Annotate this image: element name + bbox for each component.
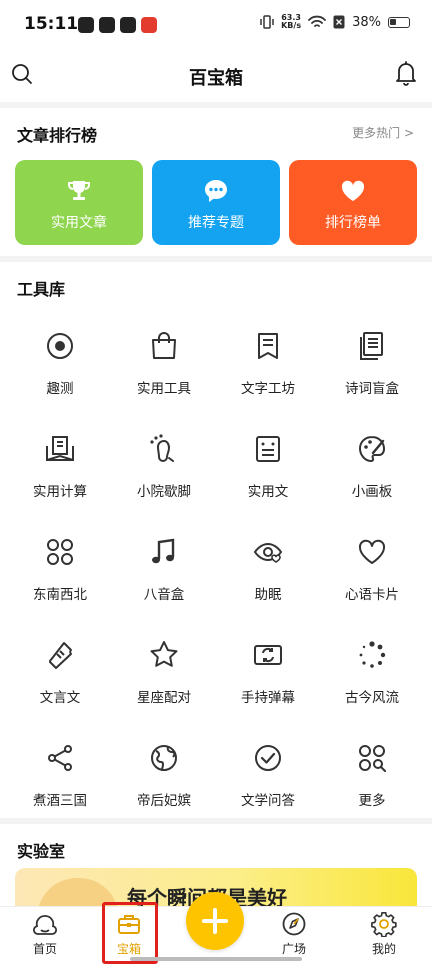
highlight-box <box>102 902 158 964</box>
tool-item-text-workshop[interactable]: 文字工坊 <box>216 310 320 413</box>
tool-item-handheld-danmaku[interactable]: 手持弹幕 <box>216 619 320 722</box>
tool-item-practical-tools[interactable]: 实用工具 <box>112 310 216 413</box>
practical-articles-button[interactable]: 实用文章 <box>15 160 143 245</box>
check-circle-icon <box>255 745 281 771</box>
tool-item-practical-text[interactable]: 实用文 <box>216 413 320 516</box>
globe-icon <box>151 745 177 771</box>
tab-mine[interactable]: 我的 <box>344 907 424 964</box>
more-hot-link[interactable]: 更多热门 > <box>352 124 414 141</box>
reading-book-icon <box>46 436 74 461</box>
battery-percent: 38% <box>352 14 381 30</box>
tool-item-classical-chinese[interactable]: 文言文 <box>8 619 112 722</box>
tool-item-courtyard-rest[interactable]: 小院歇脚 <box>112 413 216 516</box>
shopping-bag-icon <box>152 332 176 359</box>
target-icon <box>47 333 73 359</box>
gear-icon <box>371 912 397 937</box>
four-circles-icon <box>47 539 73 565</box>
tool-item-poetry-box[interactable]: 诗词盲盒 <box>320 310 424 413</box>
tool-item-heart-cards[interactable]: 心语卡片 <box>320 516 424 619</box>
tiktok-app-icon <box>120 17 136 33</box>
tool-item-practical-calc[interactable]: 实用计算 <box>8 413 112 516</box>
status-time: 15:11 <box>24 14 79 34</box>
network-speed: 63.3 KB/s <box>281 13 302 30</box>
chat-bubble-icon <box>205 180 227 202</box>
star-icon <box>150 641 178 667</box>
home-indicator <box>130 957 302 961</box>
tool-item-directions[interactable]: 东南西北 <box>8 516 112 619</box>
section-title-lab: 实验室 <box>17 842 66 861</box>
link-app-icon <box>99 17 115 33</box>
eye-heart-icon <box>253 542 283 563</box>
create-plus-button[interactable] <box>186 892 244 950</box>
share-nodes-icon <box>48 745 72 771</box>
rotate-screen-icon <box>254 645 282 665</box>
heart-icon <box>341 180 365 201</box>
tool-item-sleep-aid[interactable]: 助眠 <box>216 516 320 619</box>
ranking-list-button[interactable]: 排行榜单 <box>289 160 417 245</box>
section-title-tools: 工具库 <box>17 280 66 299</box>
music-note-icon <box>152 538 175 564</box>
recommended-topics-button[interactable]: 推荐专题 <box>152 160 280 245</box>
tool-item-zodiac-match[interactable]: 星座配对 <box>112 619 216 722</box>
status-bar: 15:11 63.3 KB/s 38% <box>0 0 432 52</box>
heart-outline-icon <box>358 539 386 564</box>
grid-search-icon <box>359 745 386 772</box>
tab-plaza[interactable]: 广场 <box>254 907 334 964</box>
section-title-articles: 文章排行榜 <box>17 126 98 145</box>
top-nav-bar: 百宝箱 <box>0 52 432 102</box>
cloud-app-icon <box>78 17 94 33</box>
text-box-icon <box>256 436 280 462</box>
article-ranking-section: 文章排行榜 更多热门 > 实用文章 推荐专题 排行榜单 <box>0 108 432 256</box>
battery-icon <box>388 16 410 28</box>
ticket-icon <box>49 642 72 669</box>
weibo-app-icon <box>141 17 157 33</box>
tab-home[interactable]: 首页 <box>5 907 85 964</box>
status-app-icons <box>78 17 157 33</box>
status-indicators: 63.3 KB/s 38% <box>260 14 410 30</box>
vibrate-icon <box>260 15 274 29</box>
tool-item-more[interactable]: 更多 <box>320 722 424 825</box>
tool-item-three-kingdoms[interactable]: 煮酒三国 <box>8 722 112 825</box>
tool-item-fun-test[interactable]: 趣测 <box>8 310 112 413</box>
no-sim-icon <box>333 15 345 29</box>
rank-button-label: 实用文章 <box>51 215 107 231</box>
document-stack-icon <box>360 332 383 360</box>
tool-library-section: 工具库 趣测 实用工具 文字工坊 诗词盲盒 实用计算 小院歇脚 实用文 小画板 … <box>0 262 432 818</box>
compass-disc-icon <box>282 912 306 936</box>
tool-item-literature-quiz[interactable]: 文学问答 <box>216 722 320 825</box>
trophy-icon <box>68 181 90 200</box>
dots-spinner-icon <box>359 641 386 668</box>
tool-grid: 趣测 实用工具 文字工坊 诗词盲盒 实用计算 小院歇脚 实用文 小画板 东南西北… <box>8 310 424 825</box>
tool-item-empresses[interactable]: 帝后妃嫔 <box>112 722 216 825</box>
rank-button-label: 推荐专题 <box>188 215 244 231</box>
palette-icon <box>358 435 386 463</box>
tool-item-music-box[interactable]: 八音盒 <box>112 516 216 619</box>
rank-button-label: 排行榜单 <box>325 215 381 231</box>
wifi-icon <box>308 15 326 27</box>
page-title: 百宝箱 <box>189 68 243 89</box>
footprint-icon <box>150 434 174 462</box>
bookmark-book-icon <box>258 333 278 359</box>
tool-item-drawing-board[interactable]: 小画板 <box>320 413 424 516</box>
tool-item-ancient-modern[interactable]: 古今风流 <box>320 619 424 722</box>
bell-icon[interactable] <box>394 60 418 86</box>
cloud-home-icon <box>33 915 57 935</box>
